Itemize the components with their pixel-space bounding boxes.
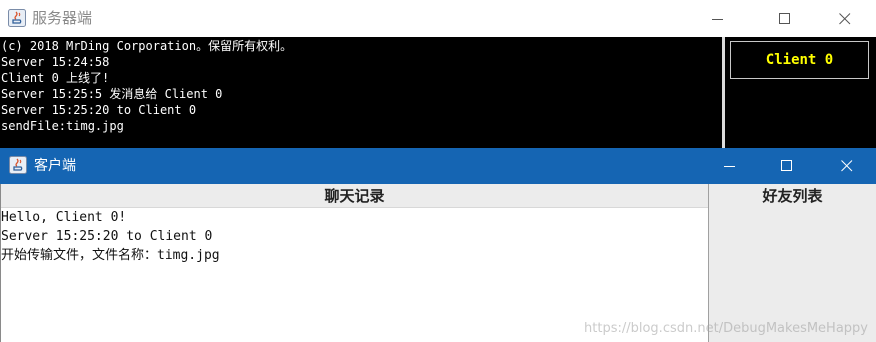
maximize-icon: [781, 160, 792, 171]
client-titlebar[interactable]: 客户端: [0, 148, 876, 184]
watermark: https://blog.csdn.net/DebugMakesMeHappy: [584, 321, 868, 336]
window-title: 客户端: [34, 158, 76, 174]
console-line: Client 0 上线了!: [1, 71, 110, 85]
maximize-button[interactable]: [764, 148, 810, 184]
minimize-button[interactable]: [695, 0, 741, 37]
close-icon: [841, 160, 853, 172]
client-window: 客户端 聊天记录 Hello, Client 0! Server 15:25:2…: [0, 148, 876, 342]
chat-message: Server 15:25:20 to Client 0: [1, 229, 213, 244]
chat-message: 开始传输文件，文件名称：timg.jpg: [1, 248, 220, 263]
chat-panel: 聊天记录 Hello, Client 0! Server 15:25:20 to…: [0, 184, 708, 342]
console-line: Server 15:25:5 发消息给 Client 0: [1, 87, 223, 101]
minimize-icon: [712, 18, 723, 20]
console-line: sendFile:timg.jpg: [1, 119, 124, 133]
server-window: 服务器端 (c) 2018 MrDing Corporation。保留所有权利。…: [0, 0, 876, 150]
close-button[interactable]: [822, 0, 868, 37]
friends-header: 好友列表: [762, 187, 823, 205]
maximize-button[interactable]: [762, 0, 808, 37]
friends-panel: 好友列表: [708, 184, 876, 342]
java-app-icon: [8, 9, 26, 27]
client-0-button[interactable]: Client 0: [730, 41, 869, 79]
close-button[interactable]: [824, 148, 870, 184]
console-line: Server 15:24:58: [1, 55, 110, 69]
chat-messages[interactable]: Hello, Client 0! Server 15:25:20 to Clie…: [1, 208, 708, 265]
minimize-icon: [724, 166, 735, 167]
client-list-panel: Client 0: [725, 37, 876, 150]
server-titlebar[interactable]: 服务器端: [0, 0, 876, 37]
console-line: (c) 2018 MrDing Corporation。保留所有权利。: [1, 39, 293, 53]
java-app-icon: [9, 156, 27, 174]
maximize-icon: [779, 12, 790, 24]
console-line: Server 15:25:20 to Client 0: [1, 103, 197, 117]
chat-header: 聊天记录: [1, 184, 708, 208]
chat-message: Hello, Client 0!: [1, 210, 127, 225]
close-icon: [839, 12, 851, 24]
minimize-button[interactable]: [707, 148, 753, 184]
window-title: 服务器端: [32, 9, 93, 27]
server-console[interactable]: (c) 2018 MrDing Corporation。保留所有权利。 Serv…: [0, 37, 722, 150]
